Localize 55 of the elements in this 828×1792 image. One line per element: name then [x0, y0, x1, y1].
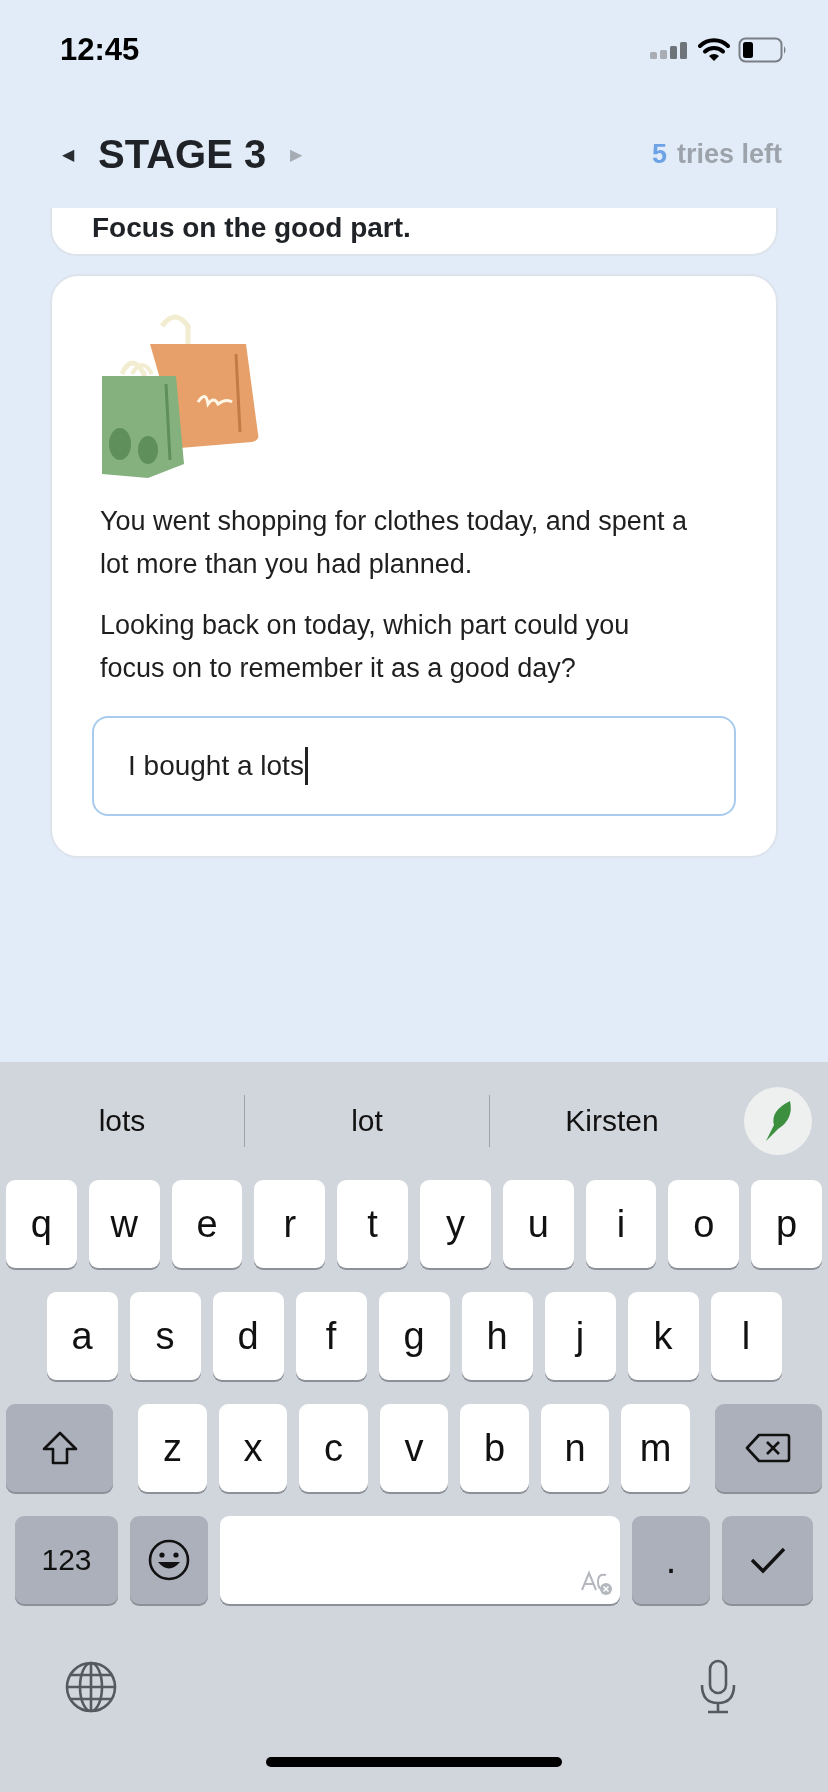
letter-key[interactable]: v [379, 1404, 449, 1492]
letter-key[interactable]: b [460, 1404, 529, 1492]
word-suggestion[interactable]: lots [0, 1104, 244, 1138]
shift-key[interactable] [6, 1404, 114, 1492]
letter-key[interactable]: z [138, 1404, 207, 1492]
card-heading: Focus on the good part. [92, 212, 411, 243]
smiley-icon [148, 1539, 190, 1581]
question-text: Looking back on today, which part could you focus on to remember it as a good day? [100, 609, 631, 685]
letter-key[interactable]: y [420, 1180, 491, 1268]
letter-key[interactable]: t [337, 1180, 408, 1268]
numbers-key[interactable]: 123 [15, 1516, 118, 1604]
letter-key[interactable]: g [378, 1292, 450, 1380]
answer-field[interactable]: I bought a lots [92, 716, 736, 816]
tries-label: tries left [676, 138, 782, 170]
globe-icon[interactable] [64, 1660, 118, 1714]
letter-key[interactable]: x [218, 1404, 288, 1492]
word-suggestion[interactable]: Kirsten [490, 1104, 734, 1138]
letter-key[interactable]: i [585, 1180, 657, 1268]
letter-key[interactable]: h [461, 1292, 533, 1380]
microphone-icon[interactable] [698, 1659, 738, 1715]
tries-count: 5 [651, 138, 667, 170]
backspace-icon [745, 1432, 792, 1464]
stage-title: STAGE 3 [98, 131, 267, 177]
letter-key[interactable]: f [295, 1292, 367, 1380]
letter-key[interactable]: s [129, 1292, 201, 1380]
letter-key[interactable]: l [710, 1292, 782, 1380]
letter-key[interactable]: w [88, 1180, 160, 1268]
period-key[interactable]: . [632, 1516, 710, 1604]
shift-icon [40, 1430, 79, 1466]
checkmark-icon [748, 1546, 787, 1574]
letter-key[interactable]: m [621, 1404, 690, 1492]
battery-icon [738, 37, 788, 63]
letter-key[interactable]: a [46, 1292, 118, 1380]
letter-key[interactable]: p [751, 1180, 822, 1268]
letter-key[interactable]: n [540, 1404, 610, 1492]
word-suggestion[interactable]: lot [245, 1104, 489, 1138]
letter-key[interactable]: c [299, 1404, 368, 1492]
letter-key[interactable]: q [6, 1180, 77, 1268]
letter-key[interactable]: d [212, 1292, 284, 1380]
text-cursor [304, 747, 308, 785]
signal-icon [650, 40, 690, 60]
backspace-key[interactable] [714, 1404, 822, 1492]
status-time: 12:45 [60, 32, 140, 68]
letter-key[interactable]: k [627, 1292, 699, 1380]
letter-key[interactable]: e [171, 1180, 243, 1268]
letter-key[interactable]: u [502, 1180, 574, 1268]
emoji-key[interactable] [130, 1516, 208, 1604]
letter-key[interactable]: o [668, 1180, 740, 1268]
question-text: You went shopping for clothes today, and spent a lot more than you had planned. [100, 505, 688, 581]
letter-key[interactable]: r [254, 1180, 326, 1268]
autocorrect-icon [580, 1570, 612, 1596]
previous-stage-button[interactable]: ◀ [62, 144, 74, 164]
done-key[interactable] [722, 1516, 813, 1604]
wifi-icon [698, 38, 730, 62]
letter-key[interactable]: j [544, 1292, 616, 1380]
